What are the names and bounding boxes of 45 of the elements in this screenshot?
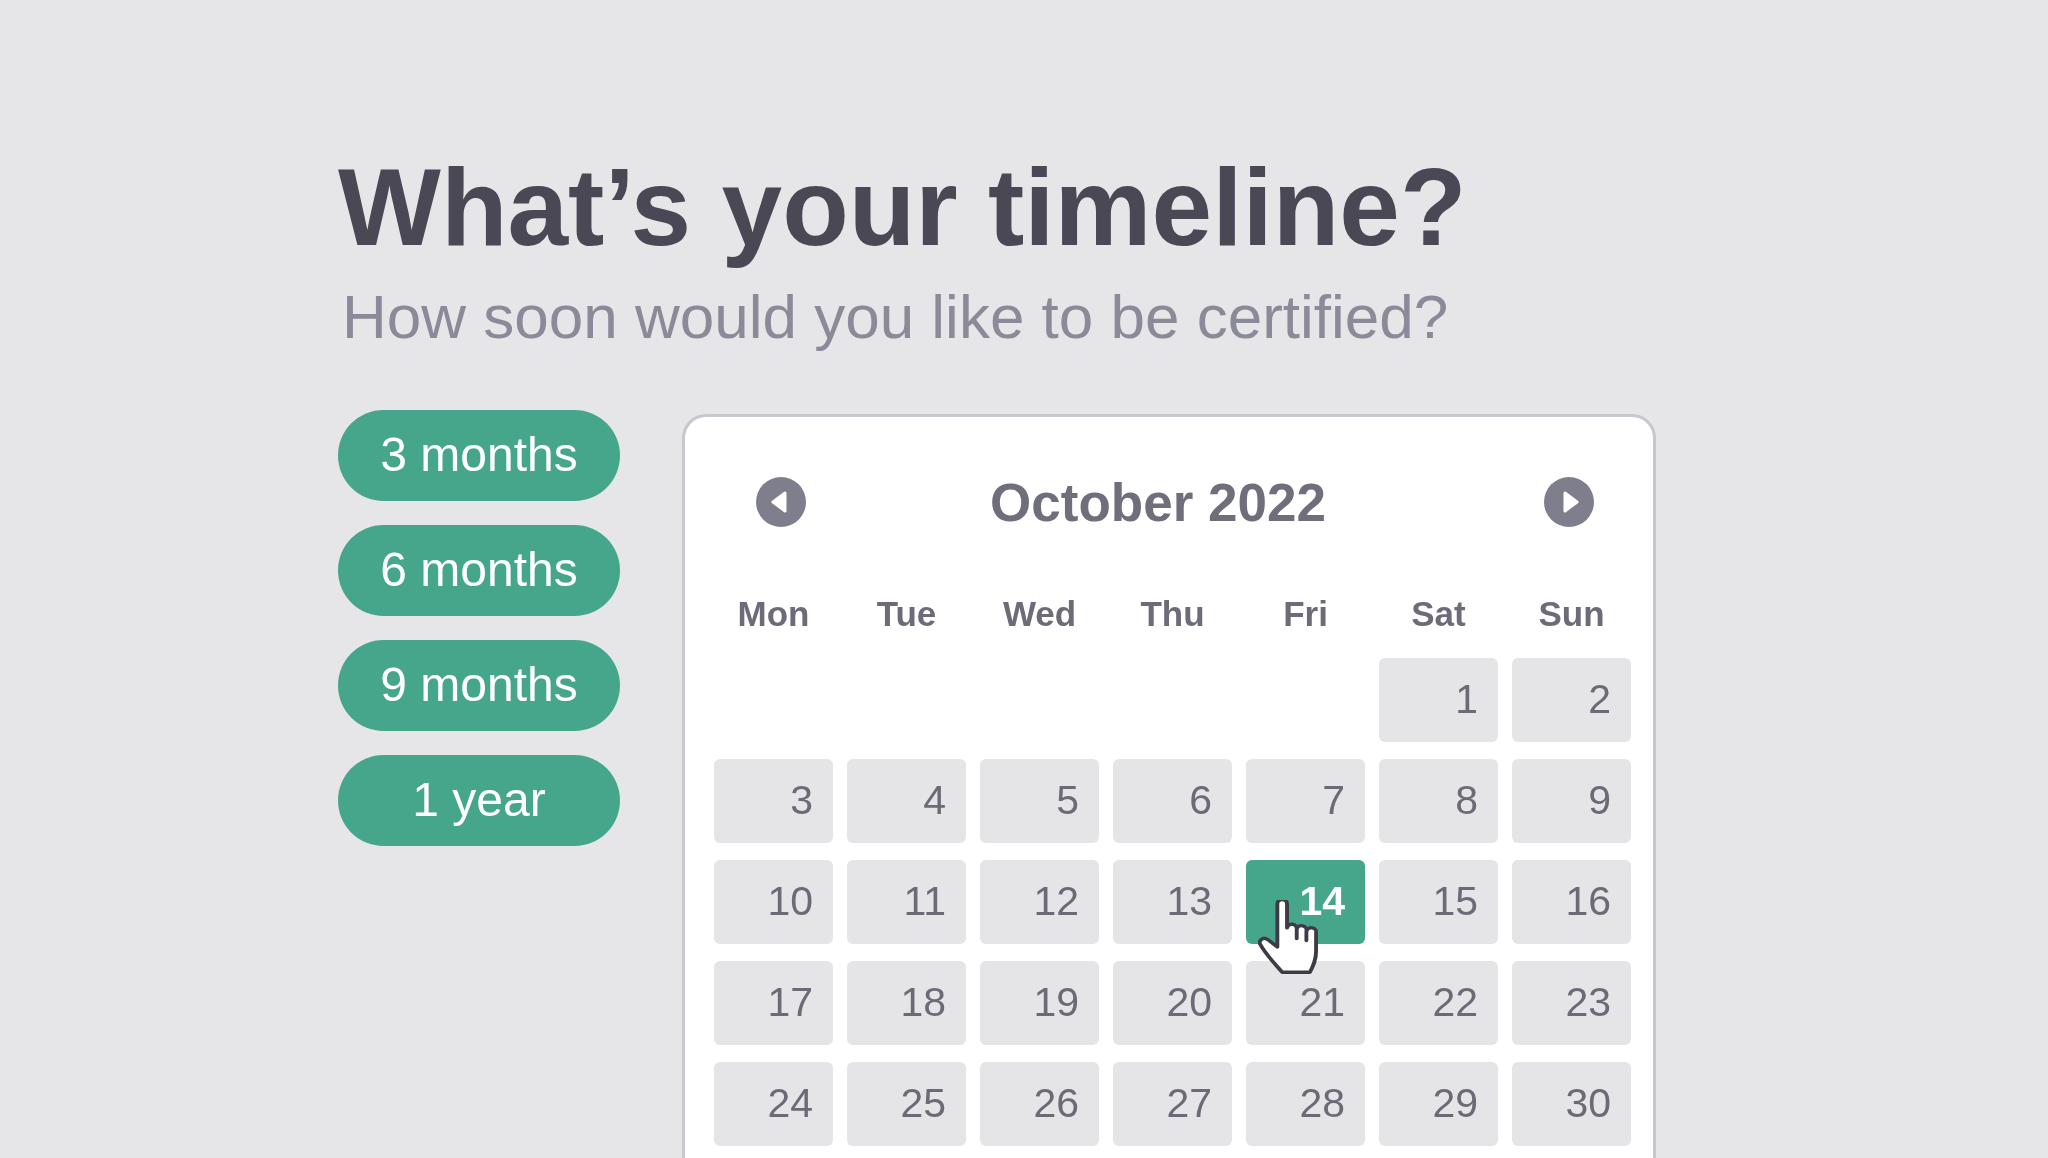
weekday-label: Tue — [876, 595, 937, 631]
calendar-day[interactable]: 10 — [714, 859, 833, 944]
calendar-day[interactable]: 19 — [980, 960, 1099, 1045]
calendar-day[interactable]: 9 — [1512, 758, 1631, 843]
calendar-day[interactable]: 27 — [1113, 1061, 1232, 1146]
calendar-day[interactable]: 2 — [1512, 657, 1631, 742]
weekday-label: Mon — [737, 595, 810, 631]
circle-arrow-left-icon[interactable] — [756, 477, 806, 528]
weekday-label: Sat — [1411, 595, 1466, 631]
calendar-day[interactable]: 12 — [980, 859, 1099, 944]
calendar-day[interactable]: 20 — [1113, 960, 1232, 1045]
calendar-day[interactable]: 21 — [1246, 960, 1365, 1045]
calendar-day[interactable]: 18 — [847, 960, 966, 1045]
calendar-day[interactable]: 7 — [1246, 758, 1365, 843]
calendar-day[interactable]: 11 — [847, 859, 966, 944]
calendar-day[interactable]: 15 — [1379, 859, 1498, 944]
duration-option-button[interactable]: 6 months — [338, 524, 620, 616]
calendar-day[interactable]: 1 — [1379, 657, 1498, 742]
calendar-day[interactable]: 17 — [714, 960, 833, 1045]
calendar-day[interactable]: 28 — [1246, 1061, 1365, 1146]
calendar-day[interactable]: 24 — [714, 1061, 833, 1146]
calendar-day[interactable]: 25 — [847, 1061, 966, 1146]
calendar-day[interactable]: 5 — [980, 758, 1099, 843]
weekday-label: Wed — [1002, 595, 1077, 631]
duration-option-button[interactable]: 9 months — [338, 639, 620, 731]
duration-option-button[interactable]: 1 year — [338, 754, 620, 846]
month-title: October 2022 — [990, 475, 1326, 529]
calendar-day[interactable]: 22 — [1379, 960, 1498, 1045]
calendar-day[interactable]: 8 — [1379, 758, 1498, 843]
calendar-day[interactable]: 30 — [1512, 1061, 1631, 1146]
circle-arrow-right-icon[interactable] — [1544, 477, 1594, 528]
weekday-label: Sun — [1538, 595, 1605, 631]
page-heading: What’s your timeline? — [338, 145, 1467, 270]
calendar-day[interactable]: 26 — [980, 1061, 1099, 1146]
calendar-day[interactable]: 13 — [1113, 859, 1232, 944]
weekday-label: Fri — [1283, 595, 1328, 631]
calendar-day[interactable]: 29 — [1379, 1061, 1498, 1146]
page-subheading: How soon would you like to be certified? — [342, 281, 1449, 353]
duration-option-button[interactable]: 3 months — [338, 409, 620, 501]
calendar-day[interactable]: 4 — [847, 758, 966, 843]
calendar-day[interactable]: 16 — [1512, 859, 1631, 944]
calendar-day[interactable]: 23 — [1512, 960, 1631, 1045]
calendar-day[interactable]: 3 — [714, 758, 833, 843]
weekday-label: Thu — [1140, 595, 1205, 631]
calendar-day[interactable]: 6 — [1113, 758, 1232, 843]
